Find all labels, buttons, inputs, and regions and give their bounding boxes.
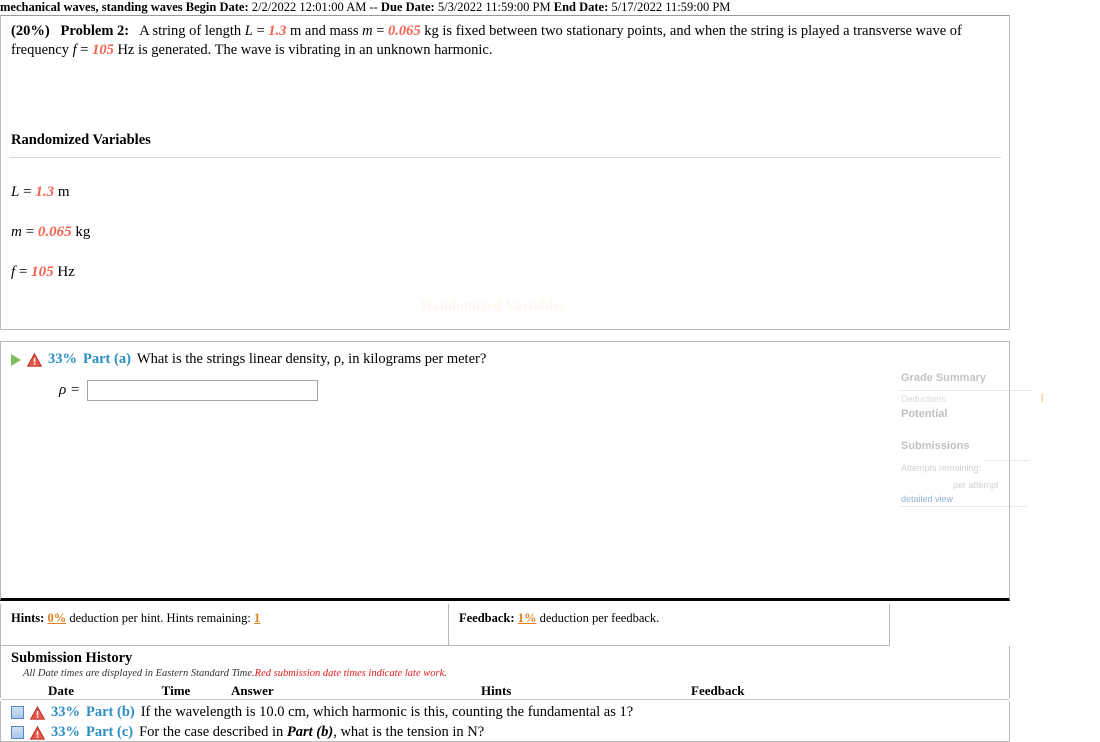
- submission-history: Submission History All Date times are di…: [0, 646, 1010, 700]
- begin-date-value: 2/2/2022 12:01:00 AM: [251, 0, 367, 14]
- answer-label: ρ =: [59, 382, 81, 398]
- rv-unit: Hz: [53, 263, 75, 280]
- hints-remaining-value: 1: [254, 611, 261, 625]
- note-red: Red submission date times indicate late …: [254, 668, 447, 679]
- problem-var-L: L: [244, 23, 253, 39]
- problem-panel: (20%) Problem 2: A string of length L = …: [0, 15, 1010, 330]
- problem-val-m: 0.065: [388, 23, 421, 39]
- randomized-variable-f: f = 105 Hz: [1, 264, 1009, 281]
- feedback-cell: Feedback: 1% deduction per feedback.: [449, 604, 889, 645]
- rv-unit: m: [54, 183, 70, 200]
- part-a-answer-row: ρ =: [59, 380, 1009, 401]
- part-c-question-post: , what is the tension in N?: [333, 724, 485, 740]
- rv-symbol: m: [11, 223, 22, 240]
- problem-val-f: 105: [92, 41, 114, 58]
- note-plain: All Date times are displayed in Eastern …: [23, 668, 255, 679]
- problem-statement: (20%) Problem 2: A string of length L = …: [1, 16, 1009, 64]
- assignment-header: mechanical waves, standing waves Begin D…: [0, 0, 1010, 15]
- problem-eq-3: =: [76, 41, 93, 58]
- feedback-label: Feedback:: [459, 611, 515, 625]
- problem-title: Problem 2:: [60, 23, 130, 39]
- part-c-question-pre: For the case described in: [139, 724, 287, 740]
- collapsed-parts: 33% Part (b) If the wavelength is 10.0 c…: [0, 701, 1010, 742]
- rv-value: 0.065: [37, 223, 72, 240]
- end-date-label: End Date:: [553, 0, 609, 14]
- hints-cell: Hints: 0% deduction per hint. Hints rema…: [1, 604, 449, 645]
- due-date-label: Due Date:: [380, 0, 435, 14]
- problem-text-1: A string of length: [139, 23, 245, 39]
- problem-var-m: m: [362, 23, 373, 39]
- problem-weight: (20%): [11, 23, 50, 39]
- warning-icon: [30, 705, 45, 720]
- part-c-percent: 33%: [51, 724, 80, 740]
- answer-input[interactable]: [87, 380, 319, 401]
- problem-spacer: [1, 64, 1009, 132]
- randomized-variables-list: L = 1.3 mm = 0.065 kg f = 105 Hz: [1, 184, 1009, 281]
- column-time: Time: [161, 683, 191, 698]
- part-a-section: 33% Part (a) What is the strings linear …: [0, 341, 1010, 601]
- panel-bottom-pad: [1, 281, 1009, 329]
- begin-date-label: Begin Date:: [185, 0, 249, 14]
- hints-text: deduction per hint. Hints remaining:: [69, 611, 251, 625]
- submission-history-title: Submission History: [11, 650, 133, 666]
- submission-history-note: All Date times are displayed in Eastern …: [1, 667, 1009, 679]
- problem-val-L: 1.3: [268, 23, 287, 39]
- rv-equals: =: [21, 223, 38, 240]
- warning-icon: [30, 725, 45, 740]
- randomized-variables-heading: Randomized Variables: [11, 131, 151, 148]
- randomized-variable-m: m = 0.065 kg: [1, 224, 1009, 241]
- end-date-value: 5/17/2022 11:59:00 PM: [611, 0, 731, 14]
- warning-icon: [27, 352, 42, 367]
- problem-eq-1: =: [252, 23, 269, 39]
- grade-deductions-value: |: [1041, 392, 1044, 402]
- part-a-percent: 33%: [48, 351, 77, 367]
- rv-value: 105: [31, 263, 54, 280]
- column-answer: Answer: [231, 683, 274, 698]
- problem-eq-2: =: [372, 23, 389, 39]
- part-a-header: 33% Part (a) What is the strings linear …: [1, 342, 1009, 368]
- submission-history-columns: Date Time Answer Hints Feedback: [1, 679, 1009, 700]
- rv-equals: =: [19, 183, 36, 200]
- expand-triangle-icon[interactable]: [11, 353, 21, 366]
- rv-value: 1.3: [35, 183, 55, 200]
- problem-page: mechanical waves, standing waves Begin D…: [0, 0, 1100, 742]
- due-date-value: 5/3/2022 11:59:00 PM: [437, 0, 551, 14]
- feedback-deduction-value: 1%: [517, 611, 537, 625]
- hints-feedback-bar: Hints: 0% deduction per hint. Hints rema…: [0, 604, 890, 646]
- column-date: Date: [48, 683, 74, 698]
- part-b-label: Part (b): [86, 704, 135, 720]
- part-a-question: What is the strings linear density, ρ, i…: [136, 351, 487, 367]
- header-topic: mechanical waves, standing waves: [0, 0, 183, 14]
- randomized-divider: [9, 156, 1001, 158]
- collapsed-box-icon[interactable]: [11, 726, 24, 739]
- collapsed-box-icon[interactable]: [11, 706, 24, 719]
- part-c-question-ref: Part (b): [286, 724, 334, 740]
- part-c-label: Part (c): [86, 724, 134, 740]
- header-separator: --: [369, 0, 378, 14]
- part-b-row[interactable]: 33% Part (b) If the wavelength is 10.0 c…: [1, 701, 1009, 721]
- column-feedback: Feedback: [691, 683, 745, 698]
- problem-text-4: Hz is generated. The wave is vibrating i…: [113, 41, 493, 58]
- feedback-text: deduction per feedback.: [539, 611, 660, 625]
- column-hints: Hints: [481, 683, 512, 698]
- hints-label: Hints:: [11, 611, 45, 625]
- hints-deduction-value: 0%: [47, 611, 67, 625]
- part-c-row[interactable]: 33% Part (c) For the case described in P…: [1, 721, 1009, 741]
- randomized-variable-L: L = 1.3 m: [1, 184, 1009, 201]
- part-b-question: If the wavelength is 10.0 cm, which harm…: [140, 704, 634, 720]
- part-a-label: Part (a): [83, 351, 131, 367]
- problem-text-2: m and mass: [286, 23, 363, 39]
- rv-equals: =: [15, 263, 32, 280]
- part-b-percent: 33%: [51, 704, 80, 720]
- rv-unit: kg: [71, 223, 91, 240]
- part-c-question: For the case described in Part (b), what…: [139, 724, 484, 741]
